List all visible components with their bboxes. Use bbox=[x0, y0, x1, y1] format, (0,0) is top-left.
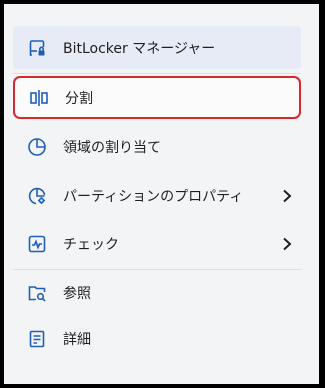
menu-item-allocate-space[interactable]: 領域の割り当て bbox=[13, 125, 301, 168]
details-icon bbox=[26, 328, 48, 350]
allocate-space-icon bbox=[26, 136, 48, 158]
menu-item-partition-properties[interactable]: パーティションのプロパティ bbox=[13, 174, 301, 217]
menu-item-label: 詳細 bbox=[63, 331, 91, 348]
bitlocker-drive-icon bbox=[26, 37, 48, 59]
menu-separator bbox=[13, 269, 301, 270]
menu-item-label: チェック bbox=[63, 236, 119, 253]
chevron-right-icon bbox=[279, 236, 295, 252]
menu-item-label: パーティションのプロパティ bbox=[63, 188, 244, 205]
menu-item-bitlocker-manager[interactable]: BitLocker マネージャー bbox=[13, 26, 301, 69]
menu-item-label: BitLocker マネージャー bbox=[63, 40, 216, 57]
context-menu-panel: BitLocker マネージャー 分割 領域の割り当て パーティションのプロパテ… bbox=[4, 4, 319, 384]
menu-item-split[interactable]: 分割 bbox=[13, 76, 301, 119]
chevron-right-icon bbox=[279, 188, 295, 204]
menu-item-details[interactable]: 詳細 bbox=[13, 317, 301, 360]
partition-properties-icon bbox=[26, 185, 48, 207]
menu-item-label: 参照 bbox=[63, 285, 91, 302]
menu-item-label: 領域の割り当て bbox=[63, 139, 161, 156]
menu-item-browse[interactable]: 参照 bbox=[13, 271, 301, 314]
split-icon bbox=[28, 87, 50, 109]
browse-folder-icon bbox=[26, 282, 48, 304]
check-icon bbox=[26, 233, 48, 255]
menu-item-label: 分割 bbox=[65, 90, 93, 107]
menu-separator bbox=[13, 73, 301, 74]
menu-item-check[interactable]: チェック bbox=[13, 222, 301, 265]
partition-context-menu: BitLocker マネージャー 分割 領域の割り当て パーティションのプロパテ… bbox=[4, 4, 319, 384]
